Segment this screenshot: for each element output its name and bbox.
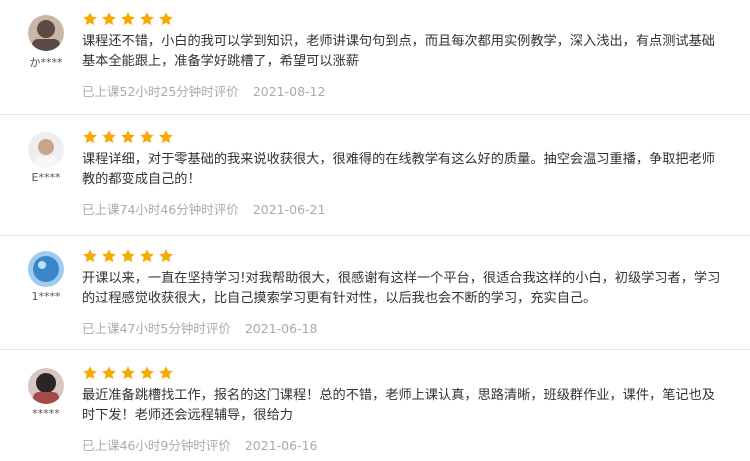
star-icon xyxy=(140,249,154,263)
star-icon xyxy=(159,12,173,26)
username[interactable]: E**** xyxy=(27,171,65,184)
star-icon xyxy=(140,130,154,144)
star-icon xyxy=(102,366,116,380)
star-rating xyxy=(82,128,728,146)
review-date: 2021-06-18 xyxy=(244,321,318,336)
star-icon xyxy=(102,12,116,26)
study-time: 已上课47小时5分钟时评价 xyxy=(82,321,231,336)
username[interactable]: ***** xyxy=(27,407,65,420)
username[interactable]: か**** xyxy=(27,54,65,70)
reviewer: 1**** xyxy=(27,251,65,303)
star-icon xyxy=(102,130,116,144)
review-item: 1**** 开课以来，一直在坚持学习!对我帮助很大，很感谢有这样一个平台，很适合… xyxy=(0,247,750,350)
avatar[interactable] xyxy=(28,15,64,51)
star-icon xyxy=(121,12,135,26)
avatar-image xyxy=(28,368,64,404)
star-icon xyxy=(83,12,97,26)
star-icon xyxy=(159,249,173,263)
review-meta: 已上课52小时25分钟时评价 2021-08-12 xyxy=(82,81,728,100)
avatar[interactable] xyxy=(28,251,64,287)
study-time: 已上课74小时46分钟时评价 xyxy=(82,202,239,217)
star-icon xyxy=(140,12,154,26)
star-icon xyxy=(159,130,173,144)
avatar-image xyxy=(28,132,64,168)
star-icon xyxy=(121,249,135,263)
star-icon xyxy=(83,249,97,263)
review-text: 最近准备跳槽找工作，报名的这门课程！总的不错，老师上课认真，思路清晰，班级群作业… xyxy=(82,388,715,423)
star-icon xyxy=(83,366,97,380)
reviewer: ***** xyxy=(27,368,65,420)
avatar-image xyxy=(28,251,64,287)
review-meta: 已上课74小时46分钟时评价 2021-06-21 xyxy=(82,199,728,218)
review-meta: 已上课46小时9分钟时评价 2021-06-16 xyxy=(82,435,728,454)
star-rating xyxy=(82,10,728,28)
review-item: か**** 课程还不错，小白的我可以学到知识，老师讲课句句到点，而且每次都用实例… xyxy=(0,10,750,115)
review-item: ***** 最近准备跳槽找工作，报名的这门课程！总的不错，老师上课认真，思路清晰… xyxy=(0,364,750,461)
star-icon xyxy=(102,249,116,263)
reviewer: か**** xyxy=(27,15,65,70)
star-icon xyxy=(121,366,135,380)
avatar-image xyxy=(28,15,64,51)
review-date: 2021-06-21 xyxy=(252,202,326,217)
review-text: 课程还不错，小白的我可以学到知识，老师讲课句句到点，而且每次都用实例教学，深入浅… xyxy=(82,34,715,69)
review-meta: 已上课47小时5分钟时评价 2021-06-18 xyxy=(82,318,728,337)
star-icon xyxy=(140,366,154,380)
review-content: 课程还不错，小白的我可以学到知识，老师讲课句句到点，而且每次都用实例教学，深入浅… xyxy=(82,10,728,100)
study-time: 已上课52小时25分钟时评价 xyxy=(82,84,239,99)
review-content: 开课以来，一直在坚持学习!对我帮助很大，很感谢有这样一个平台，很适合我这样的小白… xyxy=(82,247,728,337)
review-date: 2021-06-16 xyxy=(244,438,318,453)
review-text: 开课以来，一直在坚持学习!对我帮助很大，很感谢有这样一个平台，很适合我这样的小白… xyxy=(82,271,721,306)
star-icon xyxy=(159,366,173,380)
review-item: E**** 课程详细，对于零基础的我来说收获很大，很难得的在线教学有这么好的质量… xyxy=(0,128,750,236)
star-rating xyxy=(82,364,728,382)
review-content: 最近准备跳槽找工作，报名的这门课程！总的不错，老师上课认真，思路清晰，班级群作业… xyxy=(82,364,728,454)
reviewer: E**** xyxy=(27,132,65,184)
study-time: 已上课46小时9分钟时评价 xyxy=(82,438,231,453)
star-rating xyxy=(82,247,728,265)
review-text: 课程详细，对于零基础的我来说收获很大，很难得的在线教学有这么好的质量。抽空会温习… xyxy=(82,152,715,187)
review-content: 课程详细，对于零基础的我来说收获很大，很难得的在线教学有这么好的质量。抽空会温习… xyxy=(82,128,728,218)
star-icon xyxy=(83,130,97,144)
review-date: 2021-08-12 xyxy=(252,84,326,99)
avatar[interactable] xyxy=(28,132,64,168)
avatar[interactable] xyxy=(28,368,64,404)
username[interactable]: 1**** xyxy=(27,290,65,303)
star-icon xyxy=(121,130,135,144)
